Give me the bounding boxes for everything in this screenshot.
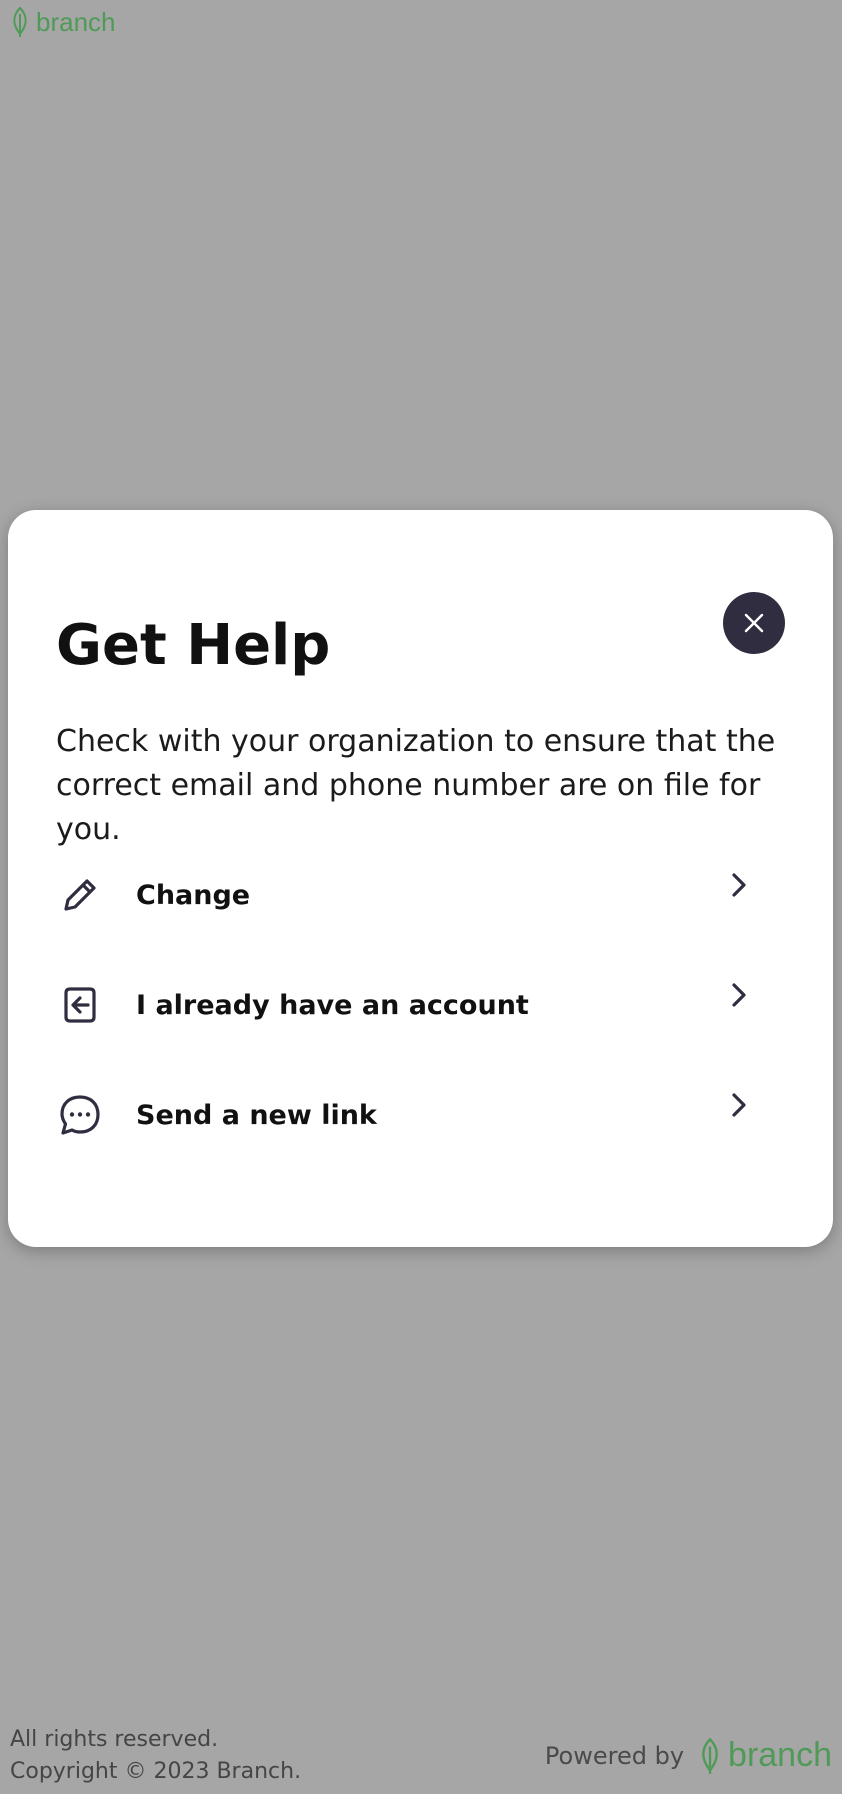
leaf-icon bbox=[13, 6, 27, 37]
option-send-new-link[interactable]: Send a new link bbox=[56, 1060, 756, 1170]
chevron-right-icon bbox=[732, 983, 746, 1007]
brand-logo: branch bbox=[10, 6, 116, 38]
help-options-list: Change I already have an account Send a … bbox=[56, 840, 756, 1170]
footer-powered-by: Powered by branch bbox=[545, 1736, 832, 1775]
chevron-right-icon bbox=[732, 1093, 746, 1117]
sign-in-icon bbox=[64, 987, 96, 1023]
chevron-right-icon bbox=[732, 873, 746, 897]
option-change[interactable]: Change bbox=[56, 840, 756, 950]
close-button[interactable] bbox=[723, 592, 785, 654]
get-help-modal: Get Help Check with your organization to… bbox=[8, 510, 833, 1247]
close-icon bbox=[744, 613, 764, 633]
footer-copyright: Copyright © 2023 Branch. bbox=[10, 1759, 302, 1784]
leaf-icon bbox=[702, 1737, 718, 1774]
brand-name: branch bbox=[36, 7, 116, 37]
powered-by-text: Powered by bbox=[544, 1741, 685, 1770]
pencil-icon bbox=[64, 879, 96, 911]
option-already-have-account-label: I already have an account bbox=[136, 989, 529, 1021]
chat-bubble-icon bbox=[60, 1095, 100, 1135]
footer-brand-logo[interactable]: branch bbox=[698, 1736, 832, 1775]
option-send-new-link-label: Send a new link bbox=[136, 1099, 377, 1131]
option-change-label: Change bbox=[136, 879, 251, 911]
page-backdrop[interactable]: branch Get Help Check with your organiza… bbox=[0, 0, 842, 1794]
footer-brand-name: branch bbox=[728, 1736, 832, 1774]
modal-title: Get Help bbox=[56, 613, 331, 678]
footer-rights: All rights reserved. bbox=[10, 1727, 219, 1752]
option-already-have-account[interactable]: I already have an account bbox=[56, 950, 756, 1060]
footer-legal: All rights reserved. Copyright © 2023 Br… bbox=[10, 1724, 301, 1788]
modal-description: Check with your organization to ensure t… bbox=[56, 724, 776, 847]
